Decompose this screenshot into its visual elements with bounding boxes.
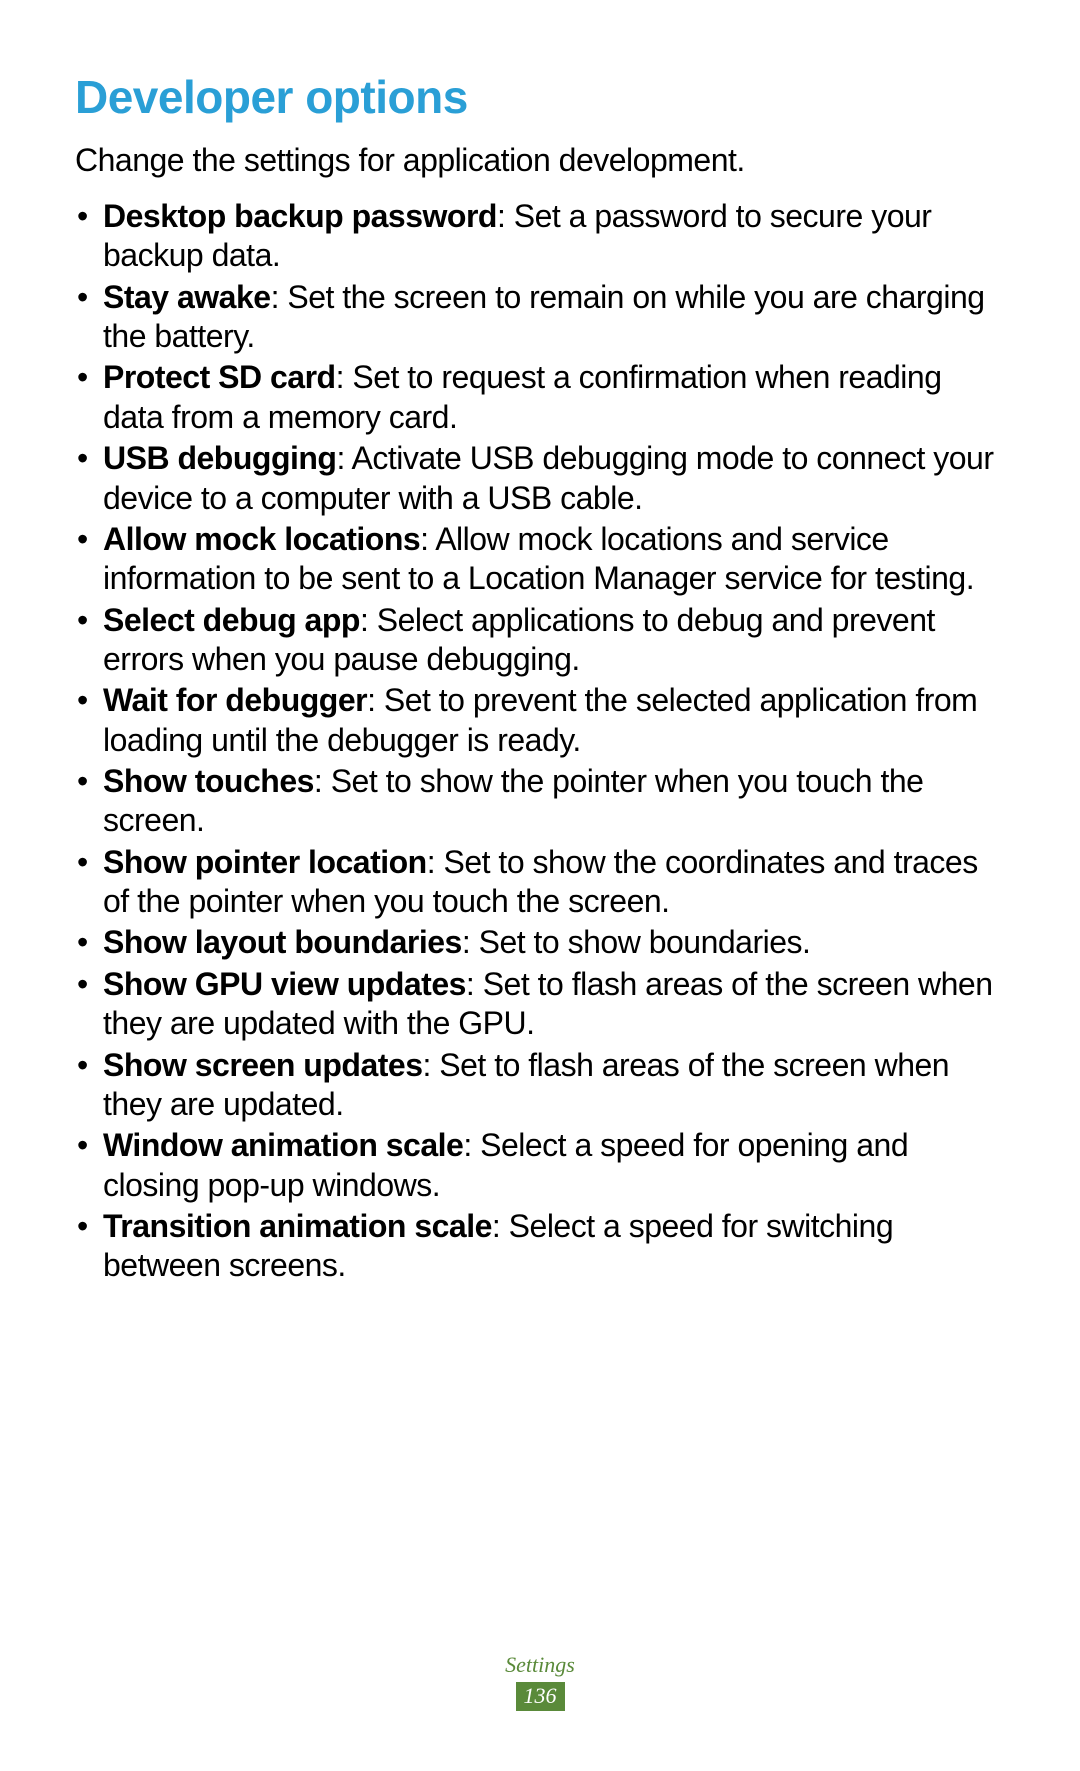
item-term: Desktop backup password: [103, 198, 497, 234]
item-term: Allow mock locations: [103, 521, 420, 557]
item-term: Transition animation scale: [103, 1208, 492, 1244]
item-term: Show screen updates: [103, 1047, 422, 1083]
list-item: Wait for debugger: Set to prevent the se…: [103, 681, 1005, 760]
page-footer: Settings 136: [0, 1652, 1080, 1711]
list-item: Show pointer location: Set to show the c…: [103, 843, 1005, 922]
item-term: Select debug app: [103, 602, 360, 638]
list-item: Transition animation scale: Select a spe…: [103, 1207, 1005, 1286]
list-item: Show layout boundaries: Set to show boun…: [103, 923, 1005, 962]
item-term: Window animation scale: [103, 1127, 463, 1163]
intro-text: Change the settings for application deve…: [75, 142, 1005, 179]
footer-page-number: 136: [516, 1682, 565, 1711]
item-term: Show pointer location: [103, 844, 427, 880]
list-item: Window animation scale: Select a speed f…: [103, 1126, 1005, 1205]
item-term: Show layout boundaries: [103, 924, 462, 960]
item-term: Show GPU view updates: [103, 966, 466, 1002]
options-list: Desktop backup password: Set a password …: [75, 197, 1005, 1286]
item-term: Protect SD card: [103, 359, 336, 395]
list-item: Show screen updates: Set to flash areas …: [103, 1046, 1005, 1125]
list-item: Desktop backup password: Set a password …: [103, 197, 1005, 276]
item-term: USB debugging: [103, 440, 336, 476]
list-item: Allow mock locations: Allow mock locatio…: [103, 520, 1005, 599]
list-item: Protect SD card: Set to request a confir…: [103, 358, 1005, 437]
list-item: Show touches: Set to show the pointer wh…: [103, 762, 1005, 841]
section-heading: Developer options: [75, 70, 1005, 124]
list-item: Select debug app: Select applications to…: [103, 601, 1005, 680]
list-item: Stay awake: Set the screen to remain on …: [103, 278, 1005, 357]
item-term: Stay awake: [103, 279, 271, 315]
item-term: Show touches: [103, 763, 314, 799]
item-term: Wait for debugger: [103, 682, 367, 718]
page-content: Developer options Change the settings fo…: [0, 0, 1080, 1286]
list-item: Show GPU view updates: Set to flash area…: [103, 965, 1005, 1044]
item-desc: : Set to show boundaries.: [462, 924, 811, 960]
footer-section-label: Settings: [0, 1652, 1080, 1678]
list-item: USB debugging: Activate USB debugging mo…: [103, 439, 1005, 518]
